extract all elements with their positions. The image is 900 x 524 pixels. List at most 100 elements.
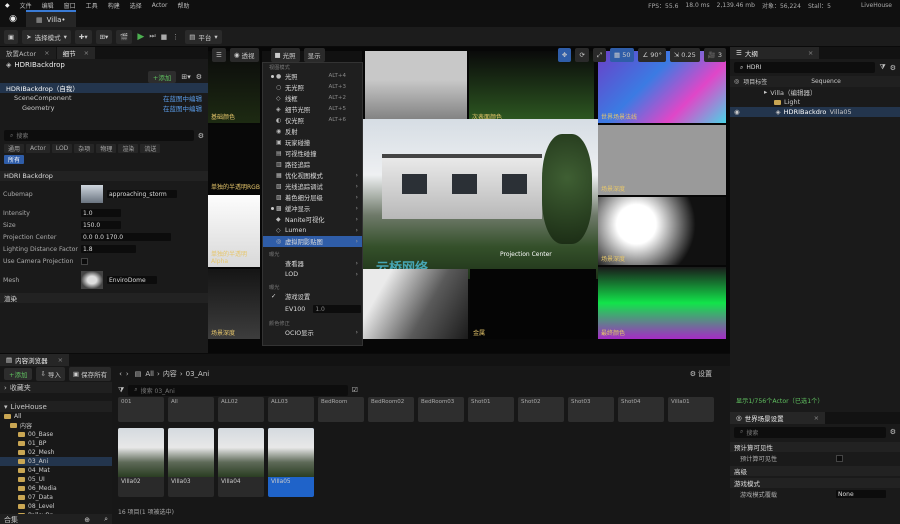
menu-file[interactable]: 文件: [15, 1, 37, 10]
lit-mode-button[interactable]: ■ 光照: [270, 48, 300, 62]
close-icon[interactable]: ×: [814, 414, 819, 422]
close-icon[interactable]: ×: [44, 49, 49, 57]
visibility-icon[interactable]: ◎: [734, 78, 739, 85]
projection-center-input[interactable]: 0.0 0.0 170.0: [81, 233, 171, 241]
back-icon[interactable]: ‹: [119, 370, 122, 378]
asset-tile[interactable]: 001: [118, 397, 164, 422]
filter-all[interactable]: 所有: [4, 155, 25, 164]
menu-actor[interactable]: Actor: [147, 2, 173, 9]
menu-edit[interactable]: 编辑: [37, 1, 59, 10]
close-icon[interactable]: ×: [808, 49, 813, 57]
menu-item-game-settings[interactable]: ✓ 游戏设置: [263, 291, 362, 302]
view-mode-item[interactable]: ▥ 路径追踪: [263, 159, 362, 170]
stop-icon[interactable]: ■: [161, 33, 168, 41]
folder-item[interactable]: 02_Mesh: [0, 448, 112, 457]
filter-actor[interactable]: Actor: [26, 143, 50, 153]
intensity-input[interactable]: 1.0: [81, 209, 121, 217]
cubemap-thumbnail[interactable]: [81, 185, 103, 203]
view-mode-item[interactable]: ◎ 虚拟阴影贴图 ›: [263, 236, 362, 247]
outliner-search-input[interactable]: ⌕ HDRI: [734, 62, 876, 73]
grid-snap-button[interactable]: ▦ 50: [610, 48, 635, 62]
mesh-thumbnail[interactable]: [81, 271, 103, 289]
view-mode-item[interactable]: ○ 无光照 ALT+3: [263, 82, 362, 93]
component-tree-row[interactable]: SceneComponent 在蓝图中编辑: [0, 93, 208, 103]
column-sequence[interactable]: Sequence: [811, 78, 841, 85]
tab-content-browser[interactable]: ▤ 内容浏览器 ×: [0, 354, 70, 366]
viewport-menu-icon[interactable]: ☰: [212, 48, 226, 62]
component-tree-row[interactable]: Geometry 在蓝图中编辑: [0, 103, 208, 113]
world-settings-search-input[interactable]: ⌕ 搜索: [734, 426, 886, 438]
section-hdri-backdrop[interactable]: HDRI Backdrop: [0, 171, 208, 181]
perspective-button[interactable]: ◉ 透视: [229, 48, 259, 62]
settings-icon[interactable]: ⚙: [198, 132, 204, 140]
camera-projection-checkbox[interactable]: [81, 257, 88, 265]
section-advanced[interactable]: 高级: [730, 466, 900, 476]
add-button[interactable]: +添加: [4, 367, 33, 380]
content-settings-button[interactable]: ⚙ 设置: [690, 369, 712, 379]
menu-item-viewer[interactable]: 查看器 ›: [263, 258, 362, 269]
cubemap-dropdown[interactable]: approaching_storm: [107, 190, 177, 198]
game-mode-dropdown[interactable]: None: [836, 490, 886, 498]
column-item-label[interactable]: 项目标签: [743, 77, 811, 86]
folder-item[interactable]: 内容: [0, 421, 112, 430]
view-mode-item[interactable]: ▣ 玩家碰撞: [263, 137, 362, 148]
folder-item[interactable]: All: [0, 412, 112, 421]
section-precomputed-visibility[interactable]: 预计算可见性: [730, 442, 900, 452]
cinematics-icon[interactable]: 🎬: [116, 29, 133, 44]
filter-misc[interactable]: 杂项: [74, 143, 95, 153]
component-tree-row[interactable]: HDRIBackdrop（自我）: [0, 83, 208, 93]
save-icon[interactable]: ▣: [4, 29, 19, 44]
scale-snap-button[interactable]: ⇲ 0.25: [669, 48, 700, 62]
section-rendering[interactable]: 渲染: [0, 293, 208, 303]
section-game-mode[interactable]: 游戏模式: [730, 478, 900, 488]
menu-window[interactable]: 窗口: [59, 1, 81, 10]
save-all-button[interactable]: ▣ 保存所有: [68, 366, 112, 381]
folder-item[interactable]: 06_Media: [0, 484, 112, 493]
collections-header[interactable]: 合集 ⊕ ⌕: [0, 514, 112, 524]
view-mode-item[interactable]: ● 光照 ALT+4: [263, 71, 362, 82]
play-options-icon[interactable]: ⏭: [149, 32, 155, 41]
tab-outliner[interactable]: ☰ 大纲 ×: [730, 47, 820, 59]
tab-villa[interactable]: ▦ Villa•: [26, 10, 76, 27]
asset-tile[interactable]: Shot03: [568, 397, 614, 422]
mesh-dropdown[interactable]: EnviroDome: [107, 276, 157, 284]
size-input[interactable]: 150.0: [81, 221, 121, 229]
translate-icon[interactable]: ✥: [557, 48, 572, 62]
filter-lod[interactable]: LOD: [51, 143, 73, 153]
asset-tile[interactable]: ALL02: [218, 397, 264, 422]
filter-general[interactable]: 通用: [4, 143, 25, 153]
add-icon[interactable]: ⊕: [84, 516, 90, 524]
lighting-distance-input[interactable]: 1.8: [81, 245, 136, 253]
tab-world-settings[interactable]: ◎ 世界场景设置 ×: [730, 412, 826, 424]
view-mode-item[interactable]: ▦ 优化视图模式 ›: [263, 170, 362, 181]
close-icon[interactable]: ×: [84, 49, 89, 57]
asset-tile[interactable]: Villa05: [268, 428, 314, 497]
ev100-input[interactable]: 1.0: [313, 305, 362, 313]
asset-tile[interactable]: Villa02: [118, 428, 164, 497]
outliner-row[interactable]: Light: [730, 97, 900, 107]
view-mode-item[interactable]: ▤ 可视性碰撞: [263, 148, 362, 159]
folder-item[interactable]: 05_UI: [0, 475, 112, 484]
add-component-button[interactable]: +添加: [147, 71, 177, 83]
outliner-row-selected[interactable]: ◉ ◈ HDRIBackdro Villa05: [730, 107, 900, 117]
asset-tile[interactable]: Shot02: [518, 397, 564, 422]
content-search-input[interactable]: ⌕ 搜索 03_Ani: [128, 384, 348, 396]
forward-icon[interactable]: ›: [126, 370, 129, 378]
outliner-row[interactable]: ▸ Villa（编辑器）: [730, 87, 900, 97]
favorites-header[interactable]: › 收藏夹: [0, 382, 112, 393]
asset-tile[interactable]: ALL03: [268, 397, 314, 422]
view-mode-item[interactable]: ◆ Nanite可视化 ›: [263, 214, 362, 225]
camera-speed-button[interactable]: 🎥 3: [703, 48, 726, 62]
import-button[interactable]: ⇩ 导入: [36, 366, 65, 381]
folder-item[interactable]: 04_Mat: [0, 466, 112, 475]
settings-icon[interactable]: ⚙: [890, 64, 896, 72]
rotate-icon[interactable]: ⟳: [575, 48, 589, 62]
selection-mode-dropdown[interactable]: ➤ 选择模式 ▾: [22, 29, 71, 44]
view-mode-item[interactable]: ▨ 着色细分层级 ›: [263, 192, 362, 203]
view-mode-item[interactable]: ◉ 反射: [263, 126, 362, 137]
eye-icon[interactable]: ◉: [734, 108, 740, 116]
blueprint-icon[interactable]: ⊞▾: [95, 29, 113, 44]
folder-item[interactable]: 03_Ani: [0, 457, 112, 466]
view-mode-item[interactable]: ◇ Lumen ›: [263, 225, 362, 236]
scale-icon[interactable]: ⤢: [592, 48, 607, 62]
